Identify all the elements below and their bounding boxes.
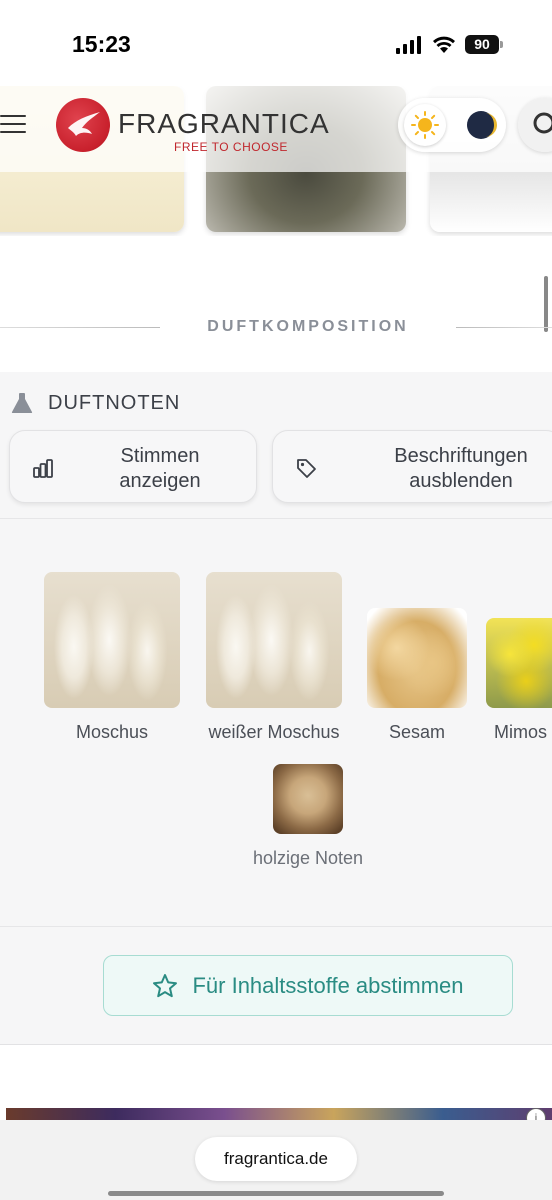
status-bar: 15:23 90 <box>0 0 552 86</box>
section-divider: DUFTKOMPOSITION <box>0 312 552 342</box>
note-label[interactable]: Moschus <box>76 722 148 743</box>
note-label[interactable]: Sesam <box>389 722 445 743</box>
holzige-noten-image[interactable] <box>273 764 343 834</box>
tag-icon <box>297 459 316 478</box>
hummingbird-icon <box>68 112 100 136</box>
show-votes-label: Stimmen anzeigen <box>119 445 201 492</box>
panel-divider <box>0 1044 552 1045</box>
moschus-image[interactable] <box>44 572 180 708</box>
battery-tip <box>500 41 503 48</box>
note-item[interactable]: Mimos <box>486 618 552 743</box>
hide-labels-label: Beschriftungen ausblenden <box>394 445 528 492</box>
divider-line <box>0 327 160 328</box>
sun-icon <box>411 111 439 139</box>
note-item[interactable]: weißer Moschus <box>194 572 354 743</box>
battery-indicator: 90 <box>465 35 499 54</box>
note-item[interactable]: Sesam <box>367 608 467 743</box>
flask-icon <box>11 393 33 413</box>
notes-heading-label: DUFTNOTEN <box>48 391 181 414</box>
mimosa-image[interactable] <box>486 618 552 708</box>
hide-labels-button[interactable]: Beschriftungen ausblenden <box>272 430 552 503</box>
light-mode-button[interactable] <box>404 104 446 146</box>
menu-icon[interactable] <box>0 115 26 135</box>
note-item[interactable]: Moschus <box>44 572 180 743</box>
search-button[interactable] <box>518 98 552 152</box>
vote-ingredients-button[interactable]: Für Inhaltsstoffe abstimmen <box>103 955 513 1016</box>
bar-chart-icon <box>33 459 53 478</box>
notes-heading: DUFTNOTEN <box>10 388 180 418</box>
vote-ingredients-label: Für Inhaltsstoffe abstimmen <box>192 972 464 998</box>
search-icon <box>533 112 552 134</box>
address-bar[interactable]: fragrantica.de <box>195 1137 357 1181</box>
home-indicator[interactable] <box>108 1191 444 1196</box>
star-icon <box>153 973 178 997</box>
note-item[interactable]: holzige Noten <box>238 764 378 869</box>
dark-mode-button[interactable] <box>460 104 502 146</box>
divider-line <box>456 327 552 328</box>
wifi-icon <box>433 36 455 53</box>
moon-icon <box>467 111 497 139</box>
show-votes-button[interactable]: Stimmen anzeigen <box>9 430 257 503</box>
hummingbird-logo-icon[interactable] <box>56 98 110 152</box>
panel-divider <box>0 518 552 519</box>
status-time: 15:23 <box>72 31 131 57</box>
brand-name[interactable]: FRAGRANTICA <box>118 108 330 140</box>
brand-tagline: FREE TO CHOOSE <box>174 140 288 154</box>
note-label[interactable]: holzige Noten <box>253 848 363 869</box>
panel-divider <box>0 926 552 927</box>
section-title: DUFTKOMPOSITION <box>207 318 409 335</box>
note-label[interactable]: weißer Moschus <box>208 722 339 743</box>
note-label[interactable]: Mimos <box>494 722 547 743</box>
weisser-moschus-image[interactable] <box>206 572 342 708</box>
sesam-image[interactable] <box>367 608 467 708</box>
cellular-signal-icon <box>396 36 421 54</box>
